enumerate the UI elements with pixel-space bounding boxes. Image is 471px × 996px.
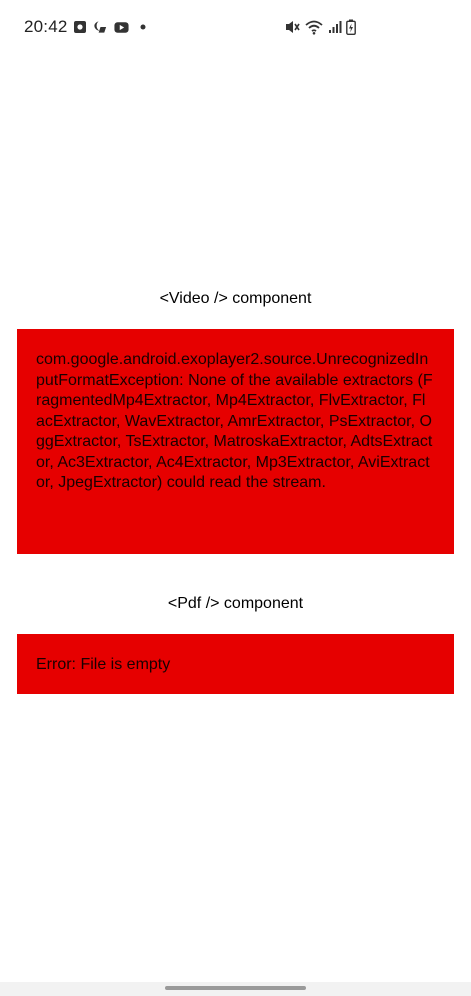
- pdf-error-box: Error: File is empty: [17, 634, 454, 694]
- status-left-icons: [72, 19, 150, 35]
- dot-icon: [135, 20, 150, 35]
- moon-person-icon: [93, 20, 108, 35]
- video-error-message: com.google.android.exoplayer2.source.Unr…: [36, 351, 433, 491]
- vibrate-mute-icon: [284, 19, 300, 35]
- video-error-box: com.google.android.exoplayer2.source.Unr…: [17, 329, 454, 554]
- status-time: 20:42: [24, 17, 68, 36]
- status-bar: 20:42: [0, 0, 471, 58]
- status-right-icons: [284, 19, 356, 35]
- pdf-error-message: Error: File is empty: [36, 656, 171, 673]
- screenshot-icon: [72, 20, 87, 35]
- battery-icon: [346, 19, 356, 35]
- youtube-icon: [114, 20, 129, 35]
- pdf-component-title: <Pdf /> component: [167, 595, 304, 612]
- navigation-bar: [0, 982, 471, 996]
- home-gesture-handle[interactable]: [165, 986, 306, 990]
- signal-icon: [328, 19, 342, 35]
- wifi-icon: [304, 19, 324, 35]
- app-screen: 20:42 <Video /> component com.google.and…: [0, 0, 471, 996]
- video-component-title: <Video /> component: [159, 290, 312, 307]
